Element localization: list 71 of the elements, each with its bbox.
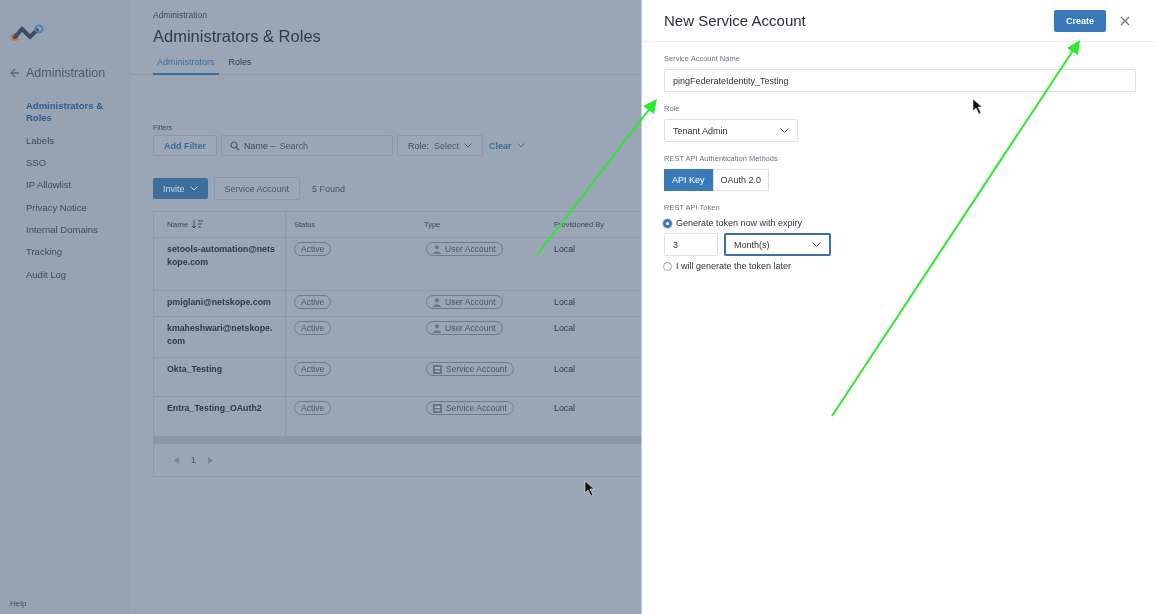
person-icon <box>433 244 441 254</box>
name-field[interactable]: pingFederateIdentity_Testing <box>664 69 1136 92</box>
table-cell: Entra_Testing_OAuth2 <box>167 402 262 415</box>
sidebar-item[interactable]: Administrators & Roles <box>0 100 131 125</box>
table-cell: Local <box>554 243 576 256</box>
sidebar-item[interactable]: Internal Domains <box>0 224 131 237</box>
search-icon <box>230 140 240 151</box>
table-cell: Local <box>554 363 576 376</box>
person-icon <box>433 323 441 333</box>
unit-value: Month(s) <box>734 239 770 250</box>
chevron-icon <box>812 242 821 247</box>
role-label: Role: <box>408 140 429 151</box>
search-field[interactable]: Name – Search <box>221 135 393 156</box>
search-placeholder: Search <box>279 140 309 151</box>
logo-icon <box>10 24 44 42</box>
chevron-icon <box>464 143 473 148</box>
help-link[interactable]: Help <box>10 599 131 608</box>
service-account-button[interactable]: Service Account <box>213 177 301 200</box>
role-dropdown[interactable]: Tenant Admin <box>664 119 798 142</box>
tab[interactable]: Administrators <box>153 57 219 75</box>
radio-label[interactable]: I will generate the token later <box>676 261 792 271</box>
tab[interactable]: Roles <box>226 57 254 75</box>
sidebar-item[interactable]: Audit Log <box>0 268 131 282</box>
invite-button[interactable]: Invite <box>153 178 208 199</box>
table-cell: Local <box>554 296 576 309</box>
sidebar-item[interactable]: IP Allowlist <box>0 179 131 192</box>
segment-button[interactable]: API Key <box>664 169 713 191</box>
server-icon <box>433 364 442 374</box>
role-value: Select <box>434 140 460 151</box>
page-number[interactable]: 1 <box>191 455 196 465</box>
section-title: Administration <box>26 66 106 80</box>
cursor-icon <box>584 480 595 497</box>
role-value: Tenant Admin <box>673 125 728 136</box>
chevron-icon <box>516 143 525 148</box>
server-icon <box>433 403 442 413</box>
table-cell: Local <box>554 402 576 415</box>
sidebar-item[interactable]: Tracking <box>0 246 131 259</box>
add-filter-button[interactable]: Add Filter <box>153 135 217 156</box>
table-cell-text: kmaheshwari@netskope.com <box>167 322 274 348</box>
chevron-icon <box>780 128 789 133</box>
previous-page-icon[interactable] <box>174 456 179 464</box>
sidebar-item[interactable]: Labels <box>0 134 131 148</box>
column-header[interactable]: Name <box>167 220 189 229</box>
expiry-number-field[interactable]: 3 <box>664 233 718 256</box>
person-icon <box>433 297 441 307</box>
radio-label[interactable]: Generate token now with expiry <box>676 218 803 228</box>
role-dropdown[interactable]: Role: Select <box>397 135 484 156</box>
table-cell: Local <box>554 322 576 335</box>
table-cell-text: setools-automation@netskope.com <box>167 243 276 269</box>
segment-button[interactable]: OAuth 2.0 <box>712 169 770 191</box>
scroll-bar[interactable] <box>154 437 643 444</box>
breadcrumb[interactable]: Administration <box>153 10 641 20</box>
sidebar-item[interactable]: SSO <box>0 157 131 170</box>
result-count: 5 Found <box>312 183 346 194</box>
clear-dropdown[interactable]: Clear <box>489 140 525 151</box>
table-cell: pmiglani@netskope.com <box>167 296 271 309</box>
expiry-unit-dropdown[interactable]: Month(s) <box>724 233 831 256</box>
radio-button[interactable] <box>663 218 672 228</box>
cursor-icon <box>972 98 983 115</box>
close-icon[interactable] <box>1120 15 1130 26</box>
clear-label: Clear <box>489 140 512 151</box>
page-title: Administrators & Roles <box>153 27 322 46</box>
table-cell: Okta_Testing <box>167 363 223 376</box>
panel-title: New Service Account <box>664 12 807 29</box>
chevron-icon <box>189 186 198 191</box>
back-arrow-icon[interactable] <box>10 68 20 78</box>
sort-icon[interactable] <box>192 220 204 229</box>
search-label: Name – <box>244 140 276 151</box>
create-button[interactable]: Create <box>1054 9 1106 32</box>
sidebar-item[interactable]: Privacy Notice <box>0 201 131 215</box>
next-page-icon[interactable] <box>208 456 213 464</box>
